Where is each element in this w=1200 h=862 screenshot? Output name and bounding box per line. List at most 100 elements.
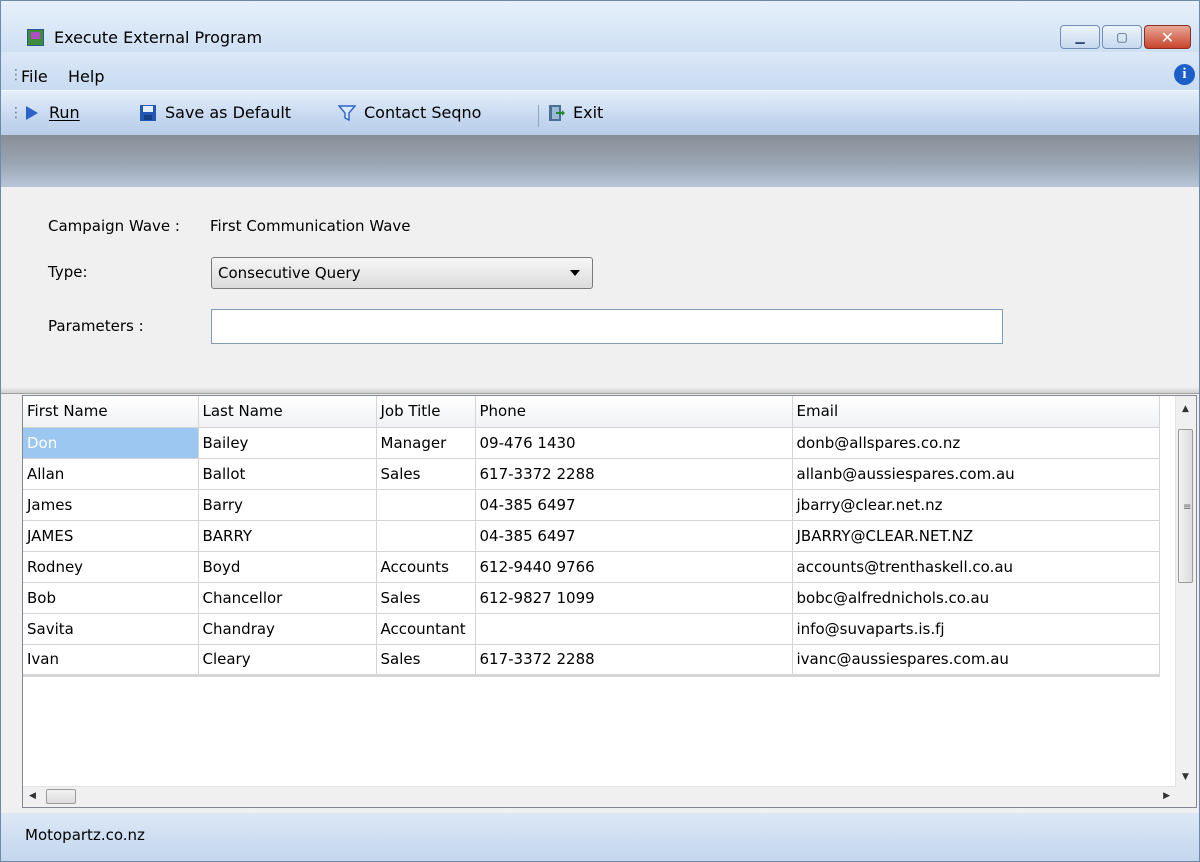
exit-label: Exit: [573, 103, 604, 122]
minimize-icon: ▁: [1075, 30, 1085, 44]
column-header-first-name[interactable]: First Name: [23, 396, 199, 428]
table-row[interactable]: JAMES BARRY 04-385 6497 JBARRY@CLEAR.NET…: [23, 520, 1160, 552]
cell-first-name[interactable]: Don: [23, 427, 199, 459]
cell-email[interactable]: accounts@trenthaskell.co.au: [792, 551, 1160, 583]
contact-seqno-button[interactable]: Contact Seqno: [338, 103, 481, 122]
table-row[interactable]: Savita Chandray Accountant info@suvapart…: [23, 613, 1160, 645]
column-header-last-name[interactable]: Last Name: [198, 396, 377, 428]
save-as-default-button[interactable]: Save as Default: [139, 103, 291, 122]
cell-last-name[interactable]: Chandray: [198, 613, 377, 645]
table-row[interactable]: Rodney Boyd Accounts 612-9440 9766 accou…: [23, 551, 1160, 583]
close-button[interactable]: ✕: [1144, 25, 1191, 49]
cell-email[interactable]: JBARRY@CLEAR.NET.NZ: [792, 520, 1160, 552]
cell-first-name[interactable]: Allan: [23, 458, 199, 490]
exit-door-icon: [549, 104, 565, 121]
app-window-icon: [27, 29, 44, 46]
cell-phone[interactable]: 612-9440 9766: [475, 551, 793, 583]
cell-first-name[interactable]: Ivan: [23, 644, 199, 677]
cell-phone[interactable]: [475, 613, 793, 645]
menu-file[interactable]: File: [21, 67, 48, 86]
cell-last-name[interactable]: Chancellor: [198, 582, 377, 614]
table-row[interactable]: Ivan Cleary Sales 617-3372 2288 ivanc@au…: [23, 644, 1160, 677]
scroll-left-icon[interactable]: ◀: [29, 791, 36, 801]
parameters-label: Parameters :: [48, 317, 144, 335]
exit-button[interactable]: Exit: [547, 103, 603, 122]
cell-first-name[interactable]: JAMES: [23, 520, 199, 552]
save-as-default-label: Save as Default: [165, 103, 292, 122]
cell-last-name[interactable]: BARRY: [198, 520, 377, 552]
toolbar: ⋮ Run Save as Default Contact Seqno Exit: [1, 90, 1199, 136]
cell-job-title[interactable]: Sales: [376, 644, 476, 677]
horizontal-scrollbar[interactable]: ◀ ▶: [23, 786, 1176, 807]
table-row[interactable]: Allan Ballot Sales 617-3372 2288 allanb@…: [23, 458, 1160, 490]
maximize-icon: ▢: [1116, 30, 1128, 44]
cell-first-name[interactable]: Savita: [23, 613, 199, 645]
cell-phone[interactable]: 612-9827 1099: [475, 582, 793, 614]
execute-external-program-window: Execute External Program ▁ ▢ ✕ ⋮ File He…: [0, 0, 1200, 862]
toolbar-separator: [538, 105, 539, 127]
scroll-up-icon[interactable]: ▲: [1182, 404, 1189, 414]
menu-help[interactable]: Help: [68, 67, 104, 86]
cell-last-name[interactable]: Ballot: [198, 458, 377, 490]
close-icon: ✕: [1160, 27, 1175, 47]
cell-first-name[interactable]: James: [23, 489, 199, 521]
cell-email[interactable]: info@suvaparts.is.fj: [792, 613, 1160, 645]
cell-job-title[interactable]: Sales: [376, 582, 476, 614]
info-icon[interactable]: i: [1174, 64, 1195, 85]
table-row[interactable]: Bob Chancellor Sales 612-9827 1099 bobc@…: [23, 582, 1160, 614]
cell-last-name[interactable]: Cleary: [198, 644, 377, 677]
filter-funnel-icon: [338, 104, 356, 121]
maximize-button[interactable]: ▢: [1102, 25, 1142, 49]
cell-job-title[interactable]: Sales: [376, 458, 476, 490]
save-disk-icon: [140, 104, 156, 121]
campaign-wave-value: First Communication Wave: [210, 217, 411, 235]
minimize-button[interactable]: ▁: [1060, 25, 1100, 49]
play-icon: [26, 105, 38, 120]
cell-email[interactable]: ivanc@aussiespares.com.au: [792, 644, 1160, 677]
cell-email[interactable]: donb@allspares.co.nz: [792, 427, 1160, 459]
column-header-email[interactable]: Email: [792, 396, 1160, 428]
contacts-table: First Name Last Name Job Title Phone Ema…: [23, 396, 1160, 677]
cell-email[interactable]: bobc@alfrednichols.co.au: [792, 582, 1160, 614]
type-select[interactable]: Consecutive Query: [211, 257, 593, 289]
cell-last-name[interactable]: Boyd: [198, 551, 377, 583]
cell-first-name[interactable]: Rodney: [23, 551, 199, 583]
campaign-wave-label: Campaign Wave :: [48, 217, 180, 235]
parameters-input[interactable]: [211, 309, 1003, 344]
cell-job-title[interactable]: [376, 489, 476, 521]
table-row[interactable]: James Barry 04-385 6497 jbarry@clear.net…: [23, 489, 1160, 521]
type-select-value: Consecutive Query: [218, 264, 361, 282]
cell-phone[interactable]: 04-385 6497: [475, 520, 793, 552]
title-bar[interactable]: Execute External Program ▁ ▢ ✕: [1, 1, 1199, 52]
contacts-grid: First Name Last Name Job Title Phone Ema…: [22, 395, 1197, 808]
column-header-phone[interactable]: Phone: [475, 396, 793, 428]
scroll-down-icon[interactable]: ▼: [1182, 772, 1189, 782]
cell-job-title[interactable]: Manager: [376, 427, 476, 459]
cell-phone[interactable]: 617-3372 2288: [475, 458, 793, 490]
column-header-job-title[interactable]: Job Title: [376, 396, 476, 428]
scroll-grip-icon: ≡: [1183, 502, 1192, 513]
contact-seqno-label: Contact Seqno: [364, 103, 482, 122]
cell-email[interactable]: allanb@aussiespares.com.au: [792, 458, 1160, 490]
cell-email[interactable]: jbarry@clear.net.nz: [792, 489, 1160, 521]
cell-last-name[interactable]: Barry: [198, 489, 377, 521]
cell-phone[interactable]: 617-3372 2288: [475, 644, 793, 677]
cell-job-title[interactable]: Accounts: [376, 551, 476, 583]
run-button[interactable]: Run: [23, 103, 80, 122]
cell-last-name[interactable]: Bailey: [198, 427, 377, 459]
header-banner: [1, 135, 1199, 187]
horizontal-scroll-thumb[interactable]: [46, 789, 76, 804]
cell-first-name[interactable]: Bob: [23, 582, 199, 614]
cell-job-title[interactable]: [376, 520, 476, 552]
table-row[interactable]: Don Bailey Manager 09-476 1430 donb@alls…: [23, 427, 1160, 459]
scroll-right-icon[interactable]: ▶: [1163, 791, 1170, 801]
cell-phone[interactable]: 04-385 6497: [475, 489, 793, 521]
menu-bar: ⋮ File Help i: [1, 52, 1199, 90]
run-label: Run: [49, 103, 80, 122]
vertical-scrollbar[interactable]: ▲ ≡ ▼: [1175, 396, 1196, 788]
chevron-down-icon: [570, 270, 580, 276]
panel-splitter[interactable]: [1, 387, 1199, 394]
cell-job-title[interactable]: Accountant: [376, 613, 476, 645]
vertical-scroll-thumb[interactable]: ≡: [1178, 429, 1193, 583]
cell-phone[interactable]: 09-476 1430: [475, 427, 793, 459]
